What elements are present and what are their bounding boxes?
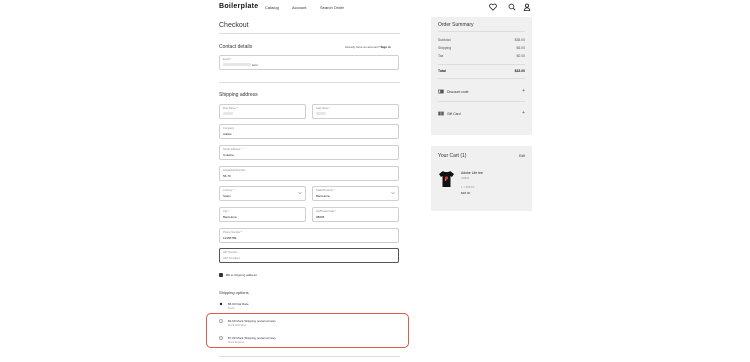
shipping-label: Shipping bbox=[438, 46, 452, 50]
order-summary-title: Order Summary bbox=[438, 22, 474, 28]
shipping-value: $5.00 bbox=[516, 46, 526, 50]
shipping-option-sub: Fixed bbox=[228, 307, 235, 310]
last-name-value bbox=[316, 112, 326, 116]
cart-edit-link[interactable]: Edit bbox=[519, 154, 525, 158]
house-label: House/Flat Number bbox=[223, 169, 246, 172]
total-label: Total bbox=[438, 69, 446, 73]
search-icon[interactable] bbox=[508, 3, 516, 11]
page-title: Checkout bbox=[219, 22, 249, 29]
shipping-heading: Shipping address bbox=[219, 92, 258, 98]
shipping-options-heading: Shipping options bbox=[219, 290, 249, 295]
email-field[interactable]: Email * .com bbox=[219, 55, 399, 70]
nav-search-order[interactable]: Search Order bbox=[320, 5, 344, 10]
chevron-down-icon bbox=[298, 191, 302, 195]
cart-item-qty-price: 1 × $38.00 bbox=[461, 185, 475, 189]
zip-value: 08005 bbox=[316, 214, 325, 219]
vat-field[interactable]: VAT Number VAT Number bbox=[219, 248, 399, 263]
zip-label: Zip/Postal Code * bbox=[316, 210, 337, 213]
plus-icon[interactable]: + bbox=[522, 89, 525, 94]
signin-link[interactable]: Sign in bbox=[381, 45, 391, 49]
total-value: $33.00 bbox=[514, 69, 525, 73]
email-label: Email * bbox=[223, 58, 232, 61]
plus-icon[interactable]: + bbox=[522, 111, 525, 116]
street-label: Street Address * bbox=[223, 148, 242, 151]
divider bbox=[219, 82, 400, 83]
bill-to-shipping-label: Bill to shipping address bbox=[226, 273, 257, 277]
last-name-label: Last Name * bbox=[316, 107, 331, 110]
city-value: Barcelona bbox=[223, 214, 237, 219]
email-suffix: .com bbox=[251, 62, 258, 67]
site-logo[interactable]: Boilerplate bbox=[219, 3, 258, 10]
order-summary-panel: Order Summary Subtotal $38.00 Shipping $… bbox=[431, 17, 532, 135]
city-label: City * bbox=[223, 210, 230, 213]
discount-code-toggle[interactable]: Discount code bbox=[447, 90, 469, 94]
divider bbox=[438, 31, 525, 32]
redacted-text bbox=[223, 63, 251, 67]
country-value: Spain bbox=[223, 193, 231, 198]
user-icon[interactable] bbox=[523, 3, 531, 11]
cart-item-sku: ADB23 bbox=[461, 177, 470, 180]
state-value: Barcelona bbox=[316, 193, 330, 198]
vat-placeholder: VAT Number bbox=[223, 255, 240, 260]
country-label: Country * bbox=[223, 189, 234, 192]
state-select[interactable]: State/Province * Barcelona bbox=[312, 186, 399, 201]
divider bbox=[219, 33, 400, 34]
vat-label: VAT Number bbox=[223, 251, 238, 254]
contact-heading: Contact details bbox=[219, 44, 253, 50]
gift-card-toggle[interactable]: Gift Card bbox=[447, 112, 461, 116]
cart-item-price: $38.00 bbox=[461, 191, 471, 195]
gift-card-icon bbox=[438, 111, 444, 116]
redacted-text bbox=[316, 112, 326, 116]
signin-prompt: Already have an account? Sign in bbox=[345, 45, 391, 49]
company-field[interactable]: Company Adobe bbox=[219, 124, 399, 139]
heart-icon[interactable] bbox=[489, 3, 497, 11]
first-name-label: First Name * bbox=[223, 107, 238, 110]
last-name-field[interactable]: Last Name * bbox=[312, 104, 399, 119]
cart-item-name[interactable]: Adobe Life tee bbox=[461, 171, 483, 175]
nav-catalog[interactable]: Catalog bbox=[265, 5, 279, 10]
phone-label: Phone Number * bbox=[223, 231, 243, 234]
company-value: Adobe bbox=[223, 131, 232, 136]
nav-account[interactable]: Account bbox=[292, 5, 306, 10]
divider bbox=[438, 78, 525, 79]
ticket-icon bbox=[438, 89, 444, 94]
phone-field[interactable]: Phone Number * 12456789 bbox=[219, 228, 399, 243]
subtotal-value: $38.00 bbox=[514, 38, 525, 42]
house-number-field[interactable]: House/Flat Number 56-79 bbox=[219, 166, 399, 181]
chevron-down-icon bbox=[391, 191, 395, 195]
shipping-option-name[interactable]: $5.00 Flat Rate bbox=[228, 302, 249, 306]
house-value: 56-79 bbox=[223, 173, 231, 178]
tax-value: $0.00 bbox=[516, 54, 526, 58]
street-address-field[interactable]: Street Address * Coletine bbox=[219, 145, 399, 160]
divider bbox=[438, 101, 525, 102]
first-name-value bbox=[223, 112, 233, 116]
redacted-text bbox=[223, 112, 233, 116]
signin-prompt-text: Already have an account? bbox=[345, 45, 380, 49]
shipping-option-radio[interactable] bbox=[219, 302, 223, 306]
email-value: .com bbox=[223, 63, 258, 67]
subtotal-label: Subtotal bbox=[438, 38, 451, 42]
tshirt-image bbox=[438, 170, 455, 188]
company-label: Company bbox=[223, 127, 235, 130]
state-label: State/Province * bbox=[316, 189, 335, 192]
highlight-box bbox=[206, 313, 409, 348]
zip-field[interactable]: Zip/Postal Code * 08005 bbox=[312, 207, 399, 222]
site-header: Boilerplate Catalog Account Search Order bbox=[0, 0, 750, 14]
first-name-field[interactable]: First Name * bbox=[219, 104, 306, 119]
divider bbox=[438, 64, 525, 65]
divider bbox=[219, 356, 400, 357]
tax-label: Tax bbox=[438, 54, 444, 58]
phone-value: 12456789 bbox=[223, 235, 237, 240]
street-value: Coletine bbox=[223, 152, 235, 157]
country-select[interactable]: Country * Spain bbox=[219, 186, 306, 201]
city-field[interactable]: City * Barcelona bbox=[219, 207, 306, 222]
bill-to-shipping-checkbox[interactable] bbox=[219, 273, 223, 277]
cart-title: Your Cart (1) bbox=[438, 153, 467, 159]
